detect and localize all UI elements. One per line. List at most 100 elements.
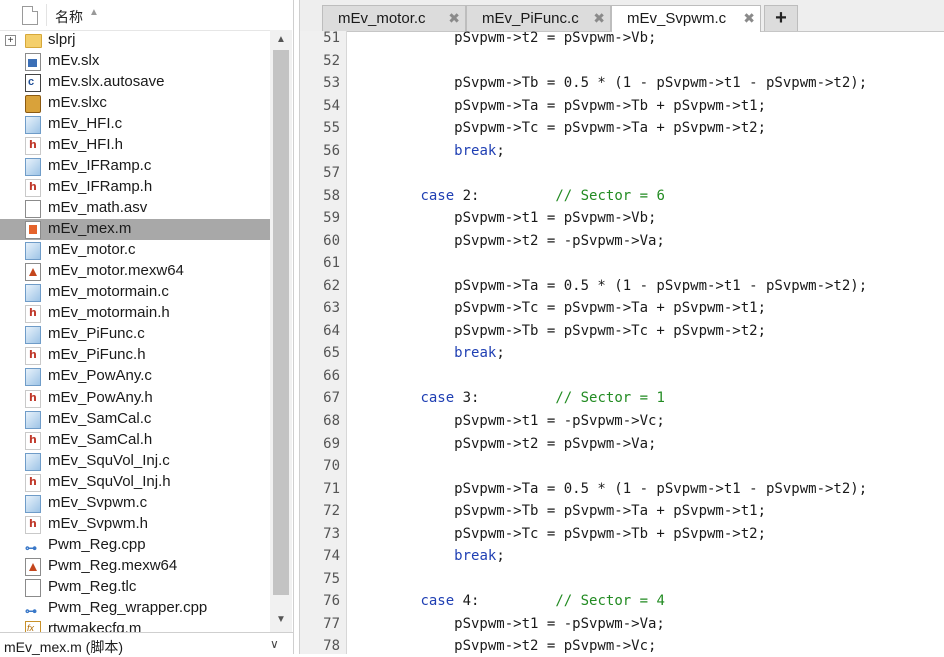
close-tab-icon[interactable]: ✖ xyxy=(743,10,755,27)
code-line[interactable]: pSvpwm->Tb = pSvpwm->Tc + pSvpwm->t2; xyxy=(347,323,944,345)
file-list-item[interactable]: mEv_IFRamp.c xyxy=(0,156,270,177)
code-comment: // Sector = 6 xyxy=(555,187,665,204)
file-name: Pwm_Reg.mexw64 xyxy=(48,556,178,574)
code-line[interactable]: pSvpwm->t2 = pSvpwm->Vc; xyxy=(347,638,944,654)
file-list-item[interactable]: ⊶ Pwm_Reg.cpp xyxy=(0,535,270,556)
code-line[interactable]: pSvpwm->t1 = -pSvpwm->Va; xyxy=(347,616,944,638)
file-list-item[interactable]: c mEv.slx.autosave xyxy=(0,72,270,93)
file-name: mEv.slx xyxy=(48,52,100,70)
code-line[interactable]: pSvpwm->Tb = pSvpwm->Ta + pSvpwm->t1; xyxy=(347,503,944,525)
file-list-item[interactable]: h mEv_HFI.h xyxy=(0,135,270,156)
editor-tab[interactable]: mEv_Svpwm.c ✖ xyxy=(611,5,761,32)
file-list-item[interactable]: mEv_mex.m xyxy=(0,219,270,241)
editor-tab[interactable]: mEv_motor.c ✖ xyxy=(322,5,466,31)
file-name: mEv_IFRamp.c xyxy=(48,157,152,175)
selected-file-details: mEv_mex.m (脚本) xyxy=(4,639,123,655)
code-line[interactable]: pSvpwm->t1 = pSvpwm->Vb; xyxy=(347,210,944,232)
file-name: slprj xyxy=(48,31,76,48)
file-list-item[interactable]: mEv_PiFunc.c xyxy=(0,324,270,345)
file-name: mEv_SquVol_Inj.c xyxy=(48,451,170,469)
file-list-item[interactable]: h mEv_Svpwm.h xyxy=(0,514,270,535)
code-line[interactable]: break; xyxy=(347,345,944,367)
new-tab-button[interactable]: + xyxy=(764,5,798,31)
file-list-item[interactable]: h mEv_motormain.h xyxy=(0,303,270,324)
close-tab-icon[interactable]: ✖ xyxy=(448,10,460,27)
file-list-item[interactable]: fx rtwmakecfg.m xyxy=(0,619,270,632)
editor-tab[interactable]: mEv_PiFunc.c ✖ xyxy=(466,5,611,31)
code-area[interactable]: pSvpwm->t2 = pSvpwm->Vb; pSvpwm->Tb = 0.… xyxy=(347,31,944,654)
code-line[interactable]: case 4: // Sector = 4 xyxy=(347,593,944,615)
tab-label: mEv_motor.c xyxy=(338,10,426,27)
mex-file-icon xyxy=(25,557,41,576)
code-line[interactable]: pSvpwm->t1 = -pSvpwm->Vc; xyxy=(347,413,944,435)
code-line[interactable]: pSvpwm->Tc = pSvpwm->Tb + pSvpwm->t2; xyxy=(347,526,944,548)
file-list-item[interactable]: mEv_Svpwm.c xyxy=(0,493,270,514)
file-list-item[interactable]: mEv_math.asv xyxy=(0,198,270,219)
code-line[interactable] xyxy=(347,255,944,277)
code-line[interactable] xyxy=(347,458,944,480)
code-line[interactable]: break; xyxy=(347,143,944,165)
h-file-icon: h xyxy=(25,305,41,324)
file-list-item[interactable]: mEv_SquVol_Inj.c xyxy=(0,451,270,472)
expand-toggle-icon[interactable]: + xyxy=(5,35,16,46)
code-text: pSvpwm->Tb = pSvpwm->Ta + pSvpwm->t1; xyxy=(353,503,766,519)
file-list-item[interactable]: mEv_motormain.c xyxy=(0,282,270,303)
file-list-scrollbar[interactable]: ▲ ▼ xyxy=(270,30,292,632)
column-divider[interactable] xyxy=(46,4,47,26)
file-list-item[interactable]: mEv_motor.c xyxy=(0,240,270,261)
code-line[interactable] xyxy=(347,53,944,75)
code-line[interactable] xyxy=(347,571,944,593)
line-number: 73 xyxy=(323,525,340,542)
code-token: 2: xyxy=(454,187,556,204)
code-line[interactable]: pSvpwm->Ta = 0.5 * (1 - pSvpwm->t1 - pSv… xyxy=(347,481,944,503)
code-line[interactable]: pSvpwm->Tc = pSvpwm->Ta + pSvpwm->t1; xyxy=(347,300,944,322)
file-list-item[interactable]: mEv_SamCal.c xyxy=(0,409,270,430)
code-text: case 2: // Sector = 6 xyxy=(353,187,665,204)
scroll-up-arrow-icon[interactable]: ▲ xyxy=(276,34,286,45)
code-line[interactable]: case 3: // Sector = 1 xyxy=(347,390,944,412)
line-number: 53 xyxy=(323,75,340,92)
file-list-item[interactable]: h mEv_IFRamp.h xyxy=(0,177,270,198)
code-token: ; xyxy=(496,142,505,159)
code-line[interactable] xyxy=(347,165,944,187)
code-line[interactable]: pSvpwm->Ta = pSvpwm->Tb + pSvpwm->t1; xyxy=(347,98,944,120)
code-line[interactable]: case 2: // Sector = 6 xyxy=(347,188,944,210)
code-line[interactable]: break; xyxy=(347,548,944,570)
file-list-item[interactable]: Pwm_Reg.tlc xyxy=(0,577,270,598)
code-line[interactable]: pSvpwm->t2 = pSvpwm->Vb; xyxy=(347,31,944,52)
file-list-item[interactable]: mEv_HFI.c xyxy=(0,114,270,135)
code-token: pSvpwm->Tb = pSvpwm->Tc + pSvpwm->t2; xyxy=(353,322,767,339)
scroll-down-arrow-icon[interactable]: ▼ xyxy=(276,614,286,625)
file-list-header[interactable]: 名称 ▲ xyxy=(0,0,270,31)
code-text: pSvpwm->Tc = pSvpwm->Tb + pSvpwm->t2; xyxy=(353,526,766,542)
code-token: pSvpwm->Ta = pSvpwm->Tb + pSvpwm->t1; xyxy=(353,97,767,114)
code-line[interactable]: pSvpwm->Ta = 0.5 * (1 - pSvpwm->t1 - pSv… xyxy=(347,278,944,300)
code-line[interactable]: pSvpwm->t2 = pSvpwm->Va; xyxy=(347,436,944,458)
scrollbar-thumb[interactable] xyxy=(273,50,289,595)
file-list-item[interactable]: h mEv_PowAny.h xyxy=(0,388,270,409)
file-name: Pwm_Reg_wrapper.cpp xyxy=(48,598,208,616)
file-name: mEv_motormain.c xyxy=(48,283,169,301)
file-list-item[interactable]: h mEv_SamCal.h xyxy=(0,430,270,451)
name-column-label[interactable]: 名称 xyxy=(55,7,83,27)
code-line[interactable]: pSvpwm->t2 = -pSvpwm->Va; xyxy=(347,233,944,255)
file-list-item[interactable]: h mEv_SquVol_Inj.h xyxy=(0,472,270,493)
close-tab-icon[interactable]: ✖ xyxy=(593,10,605,27)
code-line[interactable]: pSvpwm->Tc = pSvpwm->Ta + pSvpwm->t2; xyxy=(347,120,944,142)
file-list-item[interactable]: ⊶ Pwm_Reg_wrapper.cpp xyxy=(0,598,270,619)
file-list-item[interactable]: mEv.slx xyxy=(0,51,270,72)
chevron-down-icon[interactable]: ∨ xyxy=(270,637,279,651)
file-list-item[interactable]: mEv_PowAny.c xyxy=(0,366,270,387)
file-name: mEv_PiFunc.h xyxy=(48,346,146,364)
line-number: 74 xyxy=(323,548,340,565)
file-list-item[interactable]: h mEv_PiFunc.h xyxy=(0,345,270,366)
file-details-bar[interactable]: mEv_mex.m (脚本) ∨ xyxy=(0,632,293,655)
file-list-item[interactable]: Pwm_Reg.mexw64 xyxy=(0,556,270,577)
code-line[interactable]: pSvpwm->Tb = 0.5 * (1 - pSvpwm->t1 - pSv… xyxy=(347,75,944,97)
code-line[interactable] xyxy=(347,368,944,390)
line-number: 70 xyxy=(323,458,340,475)
file-list-item[interactable]: + slprj xyxy=(0,30,270,51)
file-list-item[interactable]: mEv_motor.mexw64 xyxy=(0,261,270,282)
file-list-item[interactable]: mEv.slxc xyxy=(0,93,270,114)
file-name: rtwmakecfg.m xyxy=(48,619,142,632)
